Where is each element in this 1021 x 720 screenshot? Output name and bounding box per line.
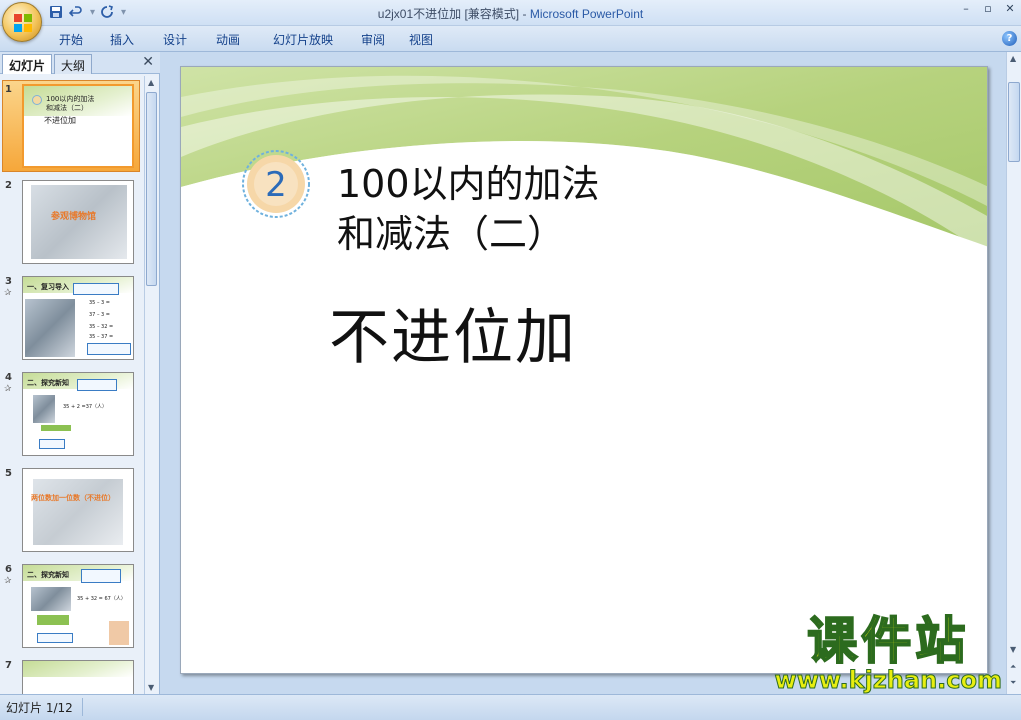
slide-title-line1: 100以内的加法 bbox=[337, 162, 600, 206]
slides-pane: 幻灯片 大纲 ✕ 1 100以内的加法 和减法（二） 不进位加 2 参观博物馆 bbox=[0, 52, 160, 694]
title-bar: ▾ ▾ u2jx01不进位加 [兼容模式] - Microsoft PowerP… bbox=[0, 0, 1021, 26]
watermark-title: 课件站 bbox=[806, 612, 970, 670]
thumbnail-photo bbox=[109, 621, 129, 645]
thumbnail-callout bbox=[77, 379, 117, 391]
watermark: 课件站 www.kjzhan.com bbox=[774, 612, 1002, 694]
thumbnail-text: 37 – 3 = bbox=[89, 312, 111, 318]
thumbnail-swoosh bbox=[23, 661, 133, 677]
ribbon-tabs: 开始 插入 设计 动画 幻灯片放映 审阅 视图 bbox=[48, 26, 446, 53]
status-separator bbox=[82, 698, 83, 716]
thumbnail-text: 两位数加一位数（不进位） bbox=[31, 494, 115, 502]
thumbnail-badge-icon bbox=[32, 95, 42, 105]
pane-tabs: 幻灯片 大纲 ✕ bbox=[0, 52, 160, 74]
current-slide[interactable]: 2 100以内的加法 和减法（二） 不进位加 bbox=[180, 66, 988, 674]
help-icon[interactable]: ? bbox=[1002, 31, 1017, 46]
thumbnail-photo bbox=[31, 587, 71, 611]
tab-view[interactable]: 视图 bbox=[396, 26, 446, 53]
thumbnail-text: 和减法（二） bbox=[46, 104, 88, 112]
tab-design[interactable]: 设计 bbox=[150, 26, 200, 53]
office-button[interactable] bbox=[2, 2, 42, 42]
scroll-thumb[interactable] bbox=[1008, 82, 1020, 162]
thumbnail-list: 1 100以内的加法 和减法（二） 不进位加 2 参观博物馆 3 ✰ 一、复习导… bbox=[0, 76, 144, 694]
tab-review[interactable]: 审阅 bbox=[350, 26, 396, 53]
thumbnail-number: 6 bbox=[5, 564, 12, 575]
thumbnail-text: 35 – 32 = bbox=[89, 324, 114, 330]
animation-star-icon: ✰ bbox=[4, 384, 12, 394]
close-button[interactable]: ✕ bbox=[999, 0, 1021, 20]
slide-subtitle[interactable]: 不进位加 bbox=[329, 289, 577, 376]
thumbnail-text: 35 + 2 =37（人） bbox=[63, 404, 108, 410]
thumbnails-scrollbar[interactable]: ▲ ▼ bbox=[144, 76, 158, 694]
tab-outline[interactable]: 大纲 bbox=[54, 54, 93, 74]
status-bar: 幻灯片 1/12 bbox=[0, 694, 1021, 720]
thumbnail-text: 100以内的加法 bbox=[46, 95, 95, 103]
scroll-up-icon[interactable]: ▲ bbox=[1010, 54, 1016, 63]
thumbnail-text: 不进位加 bbox=[44, 116, 76, 125]
thumbnail-callout bbox=[73, 283, 119, 295]
thumbnail-number: 1 bbox=[5, 84, 12, 95]
scroll-down-icon[interactable]: ▼ bbox=[1010, 645, 1016, 654]
thumbnail-callout bbox=[81, 569, 121, 583]
thumbnail-callout bbox=[39, 439, 65, 449]
thumbnail-callout bbox=[87, 343, 131, 355]
next-slide-icon[interactable]: ⏷ bbox=[1010, 678, 1016, 688]
slide-indicator: 幻灯片 1/12 bbox=[6, 701, 73, 715]
thumbnail-number: 4 bbox=[5, 372, 12, 383]
tab-slideshow[interactable]: 幻灯片放映 bbox=[256, 26, 350, 53]
thumbnail-image: 两位数加一位数（不进位） bbox=[22, 468, 134, 552]
thumbnail-text: 参观博物馆 bbox=[51, 212, 97, 222]
slide-editor: 2 100以内的加法 和减法（二） 不进位加 课件站 www.kjzhan.co… bbox=[160, 52, 1006, 694]
thumbnail-text: 二、探究新知 bbox=[27, 379, 69, 387]
slide-title-line2: 和减法（二） bbox=[337, 212, 566, 256]
thumbnail-text: 35 – 3 = bbox=[89, 300, 111, 306]
minimize-button[interactable]: – bbox=[955, 0, 977, 20]
scroll-down-icon[interactable]: ▼ bbox=[148, 683, 154, 692]
tab-slides[interactable]: 幻灯片 bbox=[2, 54, 53, 74]
window-title: u2jx01不进位加 [兼容模式] - Microsoft PowerPoint bbox=[377, 7, 644, 21]
thumbnail-image: 参观博物馆 bbox=[22, 180, 134, 264]
ribbon: 开始 插入 设计 动画 幻灯片放映 审阅 视图 ? bbox=[0, 26, 1021, 52]
thumbnail-image: 一、复习导入 35 – 3 = 37 – 3 = 35 – 32 = 35 – … bbox=[22, 276, 134, 360]
scroll-up-icon[interactable]: ▲ bbox=[148, 78, 154, 87]
thumbnail-image: 二、探究新知 35 + 2 =37（人） bbox=[22, 372, 134, 456]
slide-scrollbar[interactable]: ▲ ▼ ⏶ ⏷ bbox=[1006, 52, 1021, 694]
thumbnail-number: 3 bbox=[5, 276, 12, 287]
watermark-url: www.kjzhan.com bbox=[774, 666, 1002, 694]
thumbnail-text: 一、复习导入 bbox=[27, 283, 69, 291]
thumbnail-photo bbox=[25, 299, 75, 357]
restore-button[interactable]: ▫ bbox=[977, 0, 999, 20]
animation-star-icon: ✰ bbox=[4, 576, 12, 586]
office-logo-icon bbox=[14, 14, 32, 32]
previous-slide-icon[interactable]: ⏶ bbox=[1010, 662, 1016, 672]
thumbnail-text: 二、探究新知 bbox=[27, 571, 69, 579]
tab-animation[interactable]: 动画 bbox=[200, 26, 256, 53]
badge-number: 2 bbox=[265, 165, 287, 205]
thumbnail-text: 35 – 37 = bbox=[89, 334, 114, 340]
window-controls: – ▫ ✕ bbox=[955, 0, 1021, 20]
thumbnail-sticks bbox=[41, 425, 71, 431]
tab-home[interactable]: 开始 bbox=[48, 26, 94, 53]
chapter-badge-icon: 2 bbox=[242, 150, 310, 218]
thumbnail-callout bbox=[37, 633, 73, 643]
scroll-thumb[interactable] bbox=[146, 92, 157, 286]
thumbnail-photo bbox=[33, 395, 55, 423]
thumbnail-number: 5 bbox=[5, 468, 12, 479]
thumbnail-image: 二、探究新知 35 + 32 = 67（人） bbox=[22, 564, 134, 648]
thumbnail-photo bbox=[31, 185, 127, 259]
tab-insert[interactable]: 插入 bbox=[94, 26, 150, 53]
animation-star-icon: ✰ bbox=[4, 288, 12, 298]
thumbnail-photo bbox=[33, 479, 123, 545]
slide-title[interactable]: 100以内的加法 和减法（二） bbox=[337, 159, 600, 259]
thumbnail-number: 7 bbox=[5, 660, 12, 671]
thumbnail-sticks bbox=[37, 615, 69, 625]
thumbnail-text: 35 + 32 = 67（人） bbox=[77, 596, 126, 602]
pane-close-icon[interactable]: ✕ bbox=[142, 54, 154, 70]
thumbnail-image: 100以内的加法 和减法（二） 不进位加 bbox=[22, 84, 134, 168]
thumbnail-number: 2 bbox=[5, 180, 12, 191]
thumbnail-image bbox=[22, 660, 134, 694]
